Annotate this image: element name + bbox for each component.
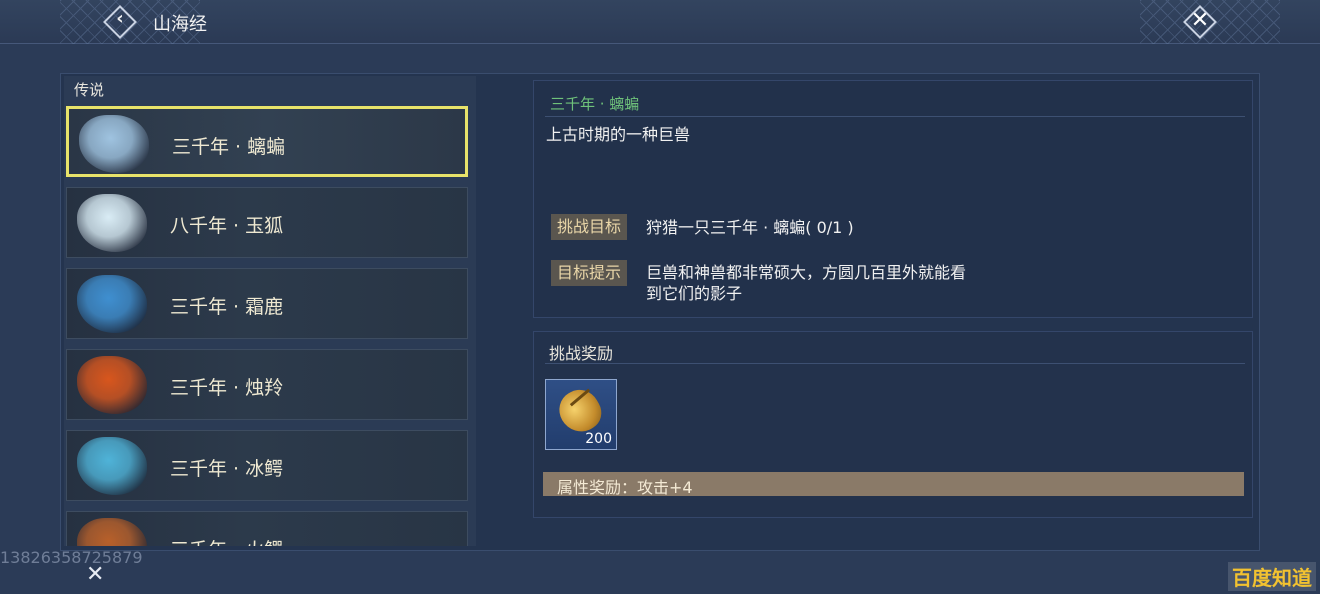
back-button[interactable]: ‹ xyxy=(103,5,137,39)
close-icon: ✕ xyxy=(1190,8,1210,33)
hint-text-line1: 巨兽和神兽都非常硕大，方圆几百里外就能看 xyxy=(646,263,967,282)
category-label: 传说 xyxy=(74,81,105,99)
fire-beast-head-icon xyxy=(77,356,147,414)
hint-text-line2: 到它们的影子 xyxy=(646,284,743,303)
list-item[interactable]: 三千年 · 火鳄 xyxy=(66,511,468,546)
beast-name: 八千年 · 玉狐 xyxy=(170,215,284,237)
beast-name: 三千年 · 烛羚 xyxy=(170,377,284,399)
detail-title: 三千年 · 螭蝙 xyxy=(550,95,640,113)
ice-beast-head-icon xyxy=(77,437,147,495)
goal-tag: 挑战目标 xyxy=(551,214,628,240)
list-item[interactable]: 三千年 · 烛羚 xyxy=(66,349,468,420)
list-item[interactable]: 三千年 · 螭蝙 xyxy=(66,106,468,177)
close-icon[interactable]: ✕ xyxy=(86,562,104,587)
silver-dragon-head-icon xyxy=(79,115,149,173)
close-button[interactable]: ✕ xyxy=(1182,4,1218,40)
watermark-number: 13826358725879 xyxy=(0,548,143,567)
reward-item-count: 200 xyxy=(585,431,612,447)
beast-name: 三千年 · 霜鹿 xyxy=(170,296,284,318)
divider xyxy=(545,116,1245,117)
list-item[interactable]: 三千年 · 霜鹿 xyxy=(66,268,468,339)
beast-description: 上古时期的一种巨兽 xyxy=(546,125,691,144)
white-fox-head-icon xyxy=(77,194,147,252)
beast-list[interactable]: 三千年 · 螭蝙 八千年 · 玉狐 三千年 · 霜鹿 三千年 · 烛羚 三千年 … xyxy=(66,106,470,546)
brand-watermark: 百度知道 xyxy=(1228,562,1316,591)
reward-item-slot[interactable]: 200 xyxy=(545,379,617,450)
hint-tag: 目标提示 xyxy=(551,260,628,286)
page-title: 山海经 xyxy=(153,14,207,35)
divider xyxy=(545,363,1245,364)
reward-label: 挑战奖励 xyxy=(549,344,614,363)
chevron-left-icon: ‹ xyxy=(116,8,124,29)
beast-name: 三千年 · 火鳄 xyxy=(170,535,283,546)
frost-beast-head-icon xyxy=(77,275,147,333)
list-item[interactable]: 八千年 · 玉狐 xyxy=(66,187,468,258)
beast-name: 三千年 · 螭蝙 xyxy=(172,136,286,158)
attribute-reward-text: 属性奖励：攻击+4 xyxy=(557,478,693,497)
list-item[interactable]: 三千年 · 冰鳄 xyxy=(66,430,468,501)
goal-text: 狩猎一只三千年 · 螭蝙( 0/1 ) xyxy=(646,218,854,237)
ember-beast-head-icon xyxy=(77,518,147,546)
bottom-strip xyxy=(0,554,1320,594)
beast-name: 三千年 · 冰鳄 xyxy=(170,458,284,480)
